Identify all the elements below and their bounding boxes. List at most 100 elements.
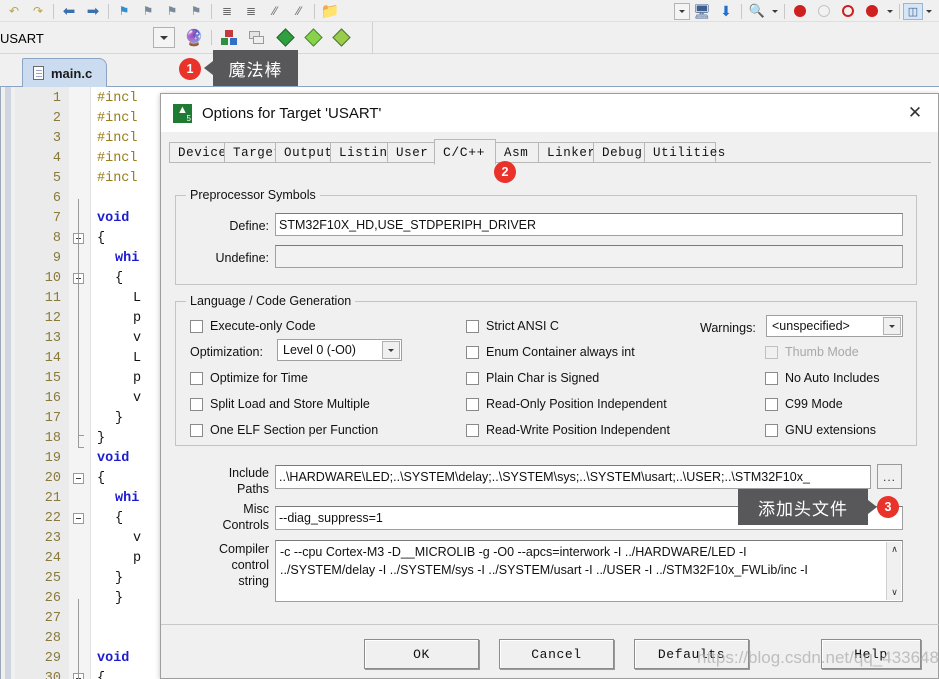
- dialog-tab-label: Output: [284, 145, 333, 160]
- scroll-up-icon[interactable]: ∧: [887, 542, 902, 557]
- dialog-tab-linker[interactable]: Linker: [538, 142, 595, 163]
- include-paths-browse-button[interactable]: ...: [877, 464, 902, 489]
- optimization-select[interactable]: Level 0 (-O0): [277, 339, 402, 361]
- checkbox-enum-container-always-int[interactable]: [466, 346, 479, 359]
- tab-underline: [169, 162, 931, 163]
- breakpoint-disable-icon[interactable]: [812, 1, 836, 21]
- debug-window-icon[interactable]: 🖥: [690, 1, 714, 21]
- fold-toggle-icon[interactable]: [73, 473, 84, 484]
- warnings-select[interactable]: <unspecified>: [766, 315, 903, 337]
- nav-forward-icon[interactable]: ➡: [81, 1, 105, 21]
- nav-back-icon[interactable]: ⬅: [57, 1, 81, 21]
- breakpoint-dropdown-icon[interactable]: [884, 1, 896, 21]
- checkbox-optimize-for-time[interactable]: [190, 372, 203, 385]
- dialog-footer-divider: [161, 624, 939, 625]
- workspace-icon[interactable]: ◫: [903, 2, 923, 20]
- close-icon[interactable]: ✕: [892, 94, 938, 132]
- translate-icon[interactable]: [327, 26, 355, 49]
- code-token: }: [115, 411, 124, 426]
- dropdown-icon[interactable]: [674, 2, 690, 20]
- bookmark-next-icon[interactable]: ⚑: [160, 1, 184, 21]
- target-dropdown-icon[interactable]: [153, 27, 175, 48]
- include-paths-label-2: Paths: [237, 482, 269, 496]
- build-icon[interactable]: [271, 26, 299, 49]
- uncomment-icon[interactable]: ⁄⁄: [287, 1, 311, 21]
- dialog-tab-label: Utilities: [653, 145, 726, 160]
- workspace-dropdown-icon[interactable]: [923, 1, 935, 21]
- bookmark-prev-icon[interactable]: ⚑: [136, 1, 160, 21]
- annotation-tooltip-1-text: 魔法棒: [228, 60, 283, 80]
- chevron-down-icon[interactable]: [382, 341, 400, 359]
- dialog-tab-utilities[interactable]: Utilities: [644, 142, 725, 163]
- dialog-tab-label: User: [396, 145, 429, 160]
- breakpoint-kill-all-icon[interactable]: [860, 1, 884, 21]
- checkbox-label: Execute-only Code: [210, 319, 316, 333]
- define-input[interactable]: STM32F10X_HD,USE_STDPERIPH_DRIVER: [275, 213, 903, 236]
- compiler-string-label-2: control: [231, 558, 269, 572]
- open-folder-icon[interactable]: 📁: [318, 1, 342, 21]
- checkbox-execute-only-code[interactable]: [190, 320, 203, 333]
- compiler-string-scrollbar[interactable]: ∧ ∨: [886, 542, 901, 600]
- dialog-tab-listing[interactable]: Listing: [330, 142, 395, 163]
- scroll-down-icon[interactable]: ∨: [887, 585, 902, 600]
- document-icon: [33, 66, 44, 80]
- undo-icon[interactable]: ↶: [2, 1, 26, 21]
- misc-controls-label-2: Controls: [222, 518, 269, 532]
- annotation-badge-3: 3: [877, 496, 899, 518]
- find-dropdown-icon[interactable]: [769, 1, 781, 21]
- checkbox-read-write-position-independent[interactable]: [466, 424, 479, 437]
- find-in-files-icon[interactable]: 🔍: [745, 1, 769, 21]
- warnings-value: <unspecified>: [772, 319, 850, 333]
- checkbox-split-load-and-store-multiple[interactable]: [190, 398, 203, 411]
- options-dialog: ▲ Options for Target 'USART' ✕ DeviceTar…: [160, 93, 939, 679]
- toolbar-separator: [53, 3, 54, 19]
- dialog-tab-user[interactable]: User: [387, 142, 435, 163]
- checkbox-c99-mode[interactable]: [765, 398, 778, 411]
- bookmark-toggle-icon[interactable]: ⚑: [112, 1, 136, 21]
- magic-wand-icon[interactable]: 🔮: [180, 26, 208, 49]
- breakpoint-toggle-icon[interactable]: [836, 1, 860, 21]
- checkbox-read-only-position-independent[interactable]: [466, 398, 479, 411]
- file-tab-main-c[interactable]: main.c: [22, 58, 108, 87]
- file-tab-label: main.c: [51, 65, 93, 81]
- checkbox-one-elf-section-per-function[interactable]: [190, 424, 203, 437]
- dialog-tab-debug[interactable]: Debug: [593, 142, 645, 163]
- compiler-string-line-1: -c --cpu Cortex-M3 -D__MICROLIB -g -O0 -…: [280, 545, 747, 559]
- include-paths-input[interactable]: ..\HARDWARE\LED;..\SYSTEM\delay;..\SYSTE…: [275, 465, 871, 489]
- dialog-tab-device[interactable]: Device: [169, 142, 226, 163]
- chevron-down-icon[interactable]: [883, 317, 901, 335]
- button-label: OK: [413, 646, 430, 662]
- outdent-icon[interactable]: ≣: [239, 1, 263, 21]
- annotation-badge-1: 1: [179, 58, 201, 80]
- line-number: 21: [44, 491, 61, 506]
- dialog-tab-c-c[interactable]: C/C++: [434, 139, 496, 165]
- dialog-title-bar: ▲ Options for Target 'USART': [161, 94, 938, 132]
- redo-icon[interactable]: ↷: [26, 1, 50, 21]
- fold-toggle-icon[interactable]: [73, 513, 84, 524]
- rebuild-icon[interactable]: [299, 26, 327, 49]
- checkbox-no-auto-includes[interactable]: [765, 372, 778, 385]
- checkbox-label: One ELF Section per Function: [210, 423, 379, 437]
- undefine-input[interactable]: [275, 245, 903, 268]
- line-number: 28: [44, 631, 61, 646]
- indent-icon[interactable]: ≣: [215, 1, 239, 21]
- dialog-tab-output[interactable]: Output: [275, 142, 333, 163]
- dialog-tab-asm[interactable]: Asm: [495, 142, 539, 163]
- watermark-text: https://blog.csdn.net/qq_43364808: [697, 648, 939, 667]
- manage-components-icon[interactable]: [215, 26, 243, 49]
- target-selector-label[interactable]: USART: [0, 31, 44, 46]
- ok-button[interactable]: OK: [364, 639, 479, 669]
- dialog-tab-target[interactable]: Target: [224, 142, 281, 163]
- line-number: 25: [44, 571, 61, 586]
- checkbox-strict-ansi-c[interactable]: [466, 320, 479, 333]
- bookmark-clear-icon[interactable]: ⚑: [184, 1, 208, 21]
- download-icon[interactable]: ⬇: [714, 1, 738, 21]
- checkbox-gnu-extensions[interactable]: [765, 424, 778, 437]
- comment-icon[interactable]: ⁄⁄: [263, 1, 287, 21]
- checkbox-plain-char-is-signed[interactable]: [466, 372, 479, 385]
- compiler-control-string[interactable]: -c --cpu Cortex-M3 -D__MICROLIB -g -O0 -…: [275, 540, 903, 602]
- cancel-button[interactable]: Cancel: [499, 639, 614, 669]
- line-number: 29: [44, 651, 61, 666]
- batch-build-icon[interactable]: [243, 26, 271, 49]
- breakpoint-set-icon[interactable]: [788, 1, 812, 21]
